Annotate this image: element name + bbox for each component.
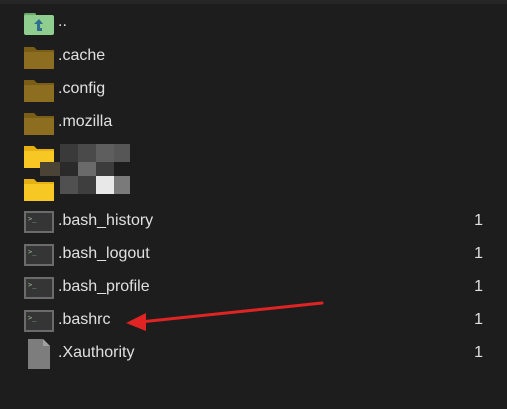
list-item-mozilla[interactable]: .mozilla bbox=[0, 106, 507, 139]
list-item-bash-history[interactable]: >_ .bash_history 1 bbox=[0, 205, 507, 238]
svg-text:>_: >_ bbox=[28, 281, 37, 289]
svg-text:>_: >_ bbox=[28, 215, 37, 223]
file-name: .bash_logout bbox=[58, 245, 150, 262]
list-item-cache[interactable]: .cache bbox=[0, 40, 507, 73]
folder-icon bbox=[24, 113, 54, 135]
parent-folder-icon bbox=[24, 13, 54, 35]
svg-text:>_: >_ bbox=[28, 314, 37, 322]
list-item-bash-logout[interactable]: >_ .bash_logout 1 bbox=[0, 238, 507, 271]
file-name: .config bbox=[58, 80, 106, 97]
file-name: .bashrc bbox=[58, 311, 111, 328]
list-item-parent[interactable]: .. bbox=[0, 6, 507, 39]
file-name: .Xauthority bbox=[58, 344, 135, 361]
file-count: 1 bbox=[474, 344, 483, 361]
file-name: .bash_profile bbox=[58, 278, 150, 295]
file-list: .. .cache .config .mozilla >_ .bash_hist… bbox=[0, 0, 507, 409]
list-item-bashrc[interactable]: >_ .bashrc 1 bbox=[0, 304, 507, 337]
file-name: .cache bbox=[58, 47, 106, 64]
redaction-mosaic bbox=[40, 144, 130, 194]
terminal-file-icon: >_ bbox=[24, 277, 54, 299]
file-count: 1 bbox=[474, 245, 483, 262]
document-icon bbox=[28, 339, 50, 369]
list-item-bash-profile[interactable]: >_ .bash_profile 1 bbox=[0, 271, 507, 304]
folder-icon bbox=[24, 47, 54, 69]
file-name: .mozilla bbox=[58, 113, 113, 130]
file-count: 1 bbox=[474, 278, 483, 295]
file-count: 1 bbox=[474, 311, 483, 328]
folder-icon bbox=[24, 80, 54, 102]
svg-text:>_: >_ bbox=[28, 248, 37, 256]
terminal-file-icon: >_ bbox=[24, 211, 54, 233]
list-item-config[interactable]: .config bbox=[0, 73, 507, 106]
file-name: .bash_history bbox=[58, 212, 154, 229]
file-name: .. bbox=[58, 13, 67, 30]
terminal-file-icon: >_ bbox=[24, 310, 54, 332]
file-count: 1 bbox=[474, 212, 483, 229]
list-item-xauthority[interactable]: .Xauthority 1 bbox=[0, 337, 507, 370]
terminal-file-icon: >_ bbox=[24, 244, 54, 266]
